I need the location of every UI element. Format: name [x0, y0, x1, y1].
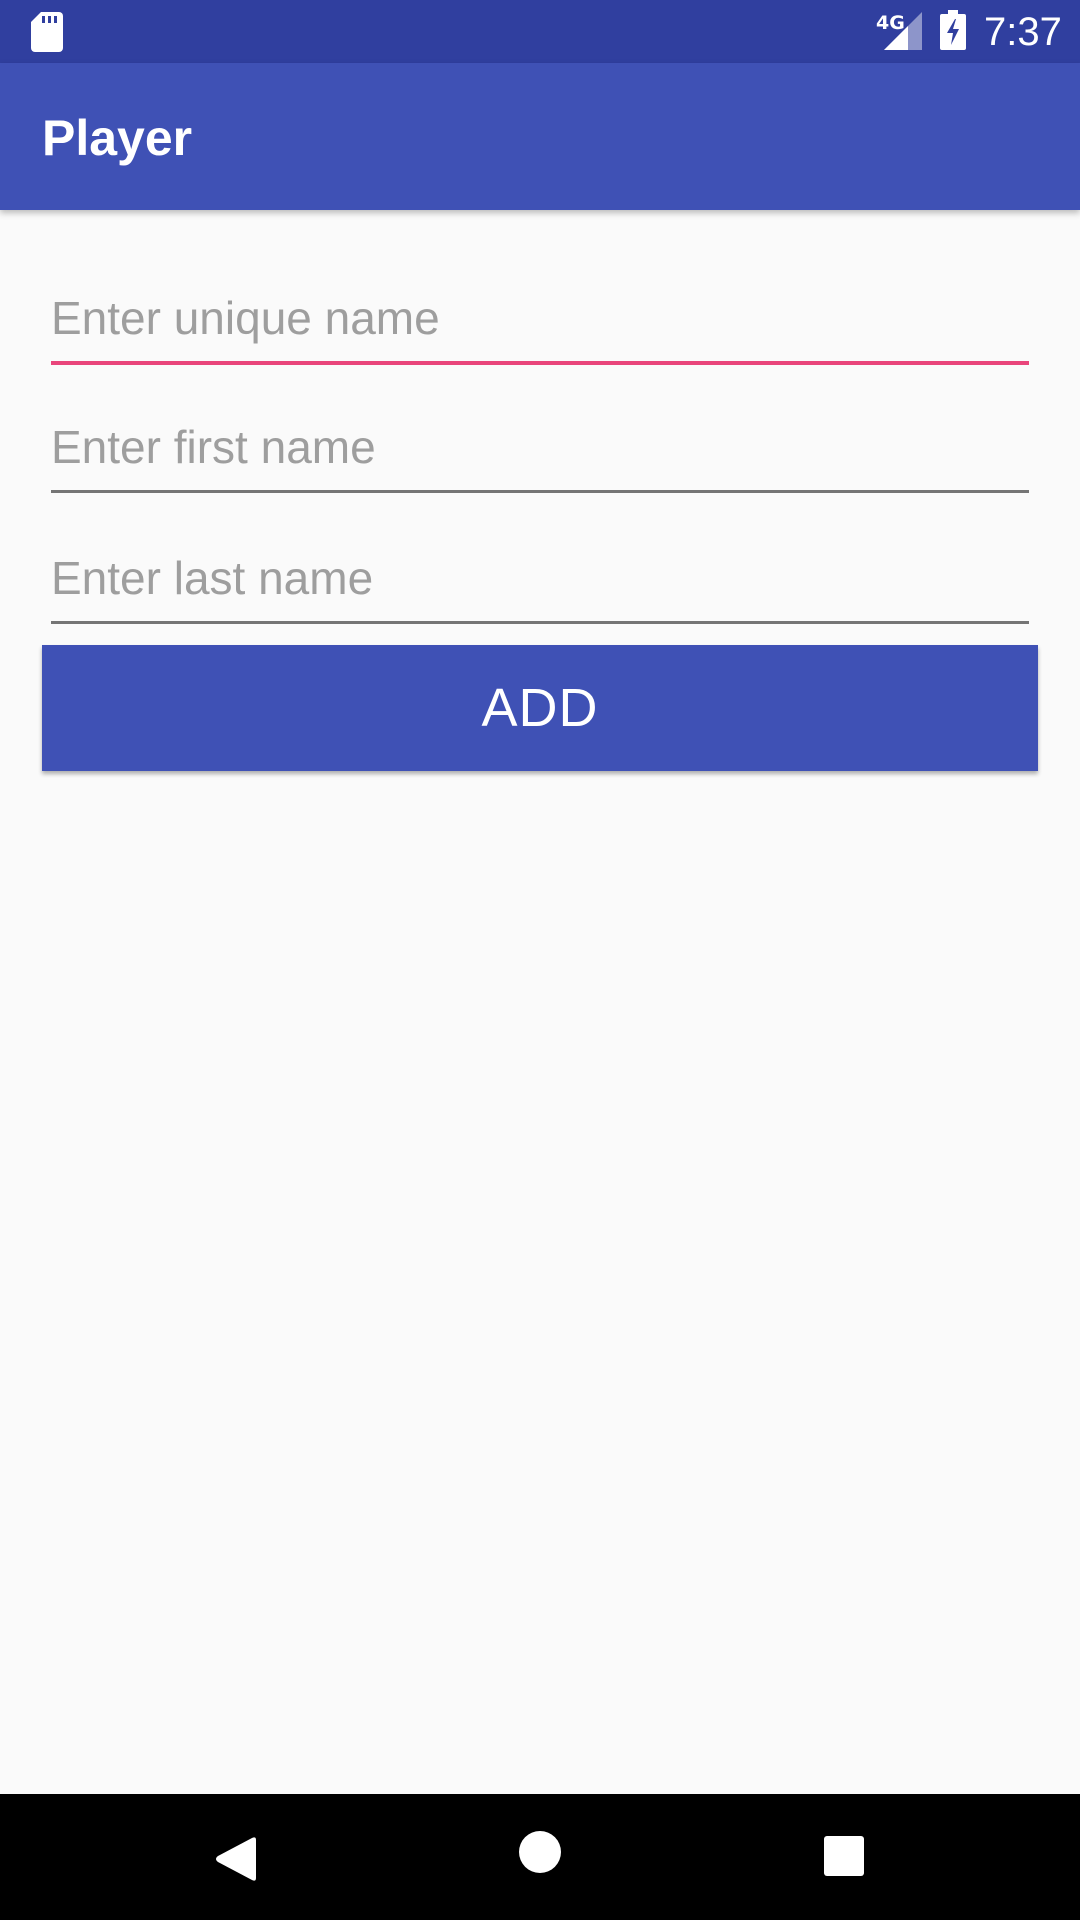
- clock: 7:37: [984, 10, 1062, 54]
- sd-card-icon: [31, 12, 63, 52]
- signal-icon: [884, 12, 922, 50]
- last-name-field[interactable]: [51, 514, 1029, 624]
- battery-charging-icon: [940, 10, 966, 50]
- app-title: Player: [42, 110, 193, 166]
- home-icon[interactable]: [518, 1830, 562, 1874]
- first-name-field[interactable]: [51, 383, 1029, 493]
- first-name-input[interactable]: [51, 383, 1029, 490]
- status-bar: 4G 7:37: [0, 0, 1080, 63]
- last-name-input[interactable]: [51, 514, 1029, 621]
- unique-name-field[interactable]: [51, 255, 1029, 365]
- add-button[interactable]: ADD: [42, 645, 1038, 771]
- app-bar: Player: [0, 63, 1080, 210]
- unique-name-input[interactable]: [51, 255, 1029, 361]
- back-icon[interactable]: [214, 1836, 258, 1882]
- recents-icon[interactable]: [824, 1836, 864, 1876]
- navigation-bar: [0, 1794, 1080, 1920]
